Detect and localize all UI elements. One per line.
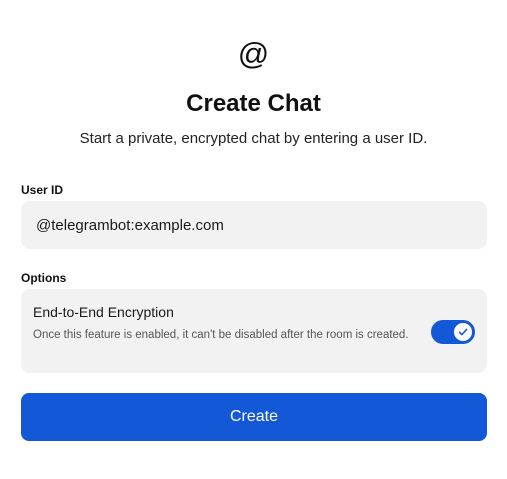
page-subtitle: Start a private, encrypted chat by enter… — [79, 130, 428, 147]
encryption-option-title: End-to-End Encryption — [33, 304, 174, 320]
toggle-knob — [454, 323, 472, 341]
at-sign-icon: @ — [237, 36, 270, 71]
create-chat-page: @ Create Chat Start a private, encrypted… — [0, 0, 507, 479]
user-id-label: User ID — [21, 183, 64, 197]
user-id-field-container — [21, 201, 487, 249]
encryption-toggle[interactable] — [431, 320, 475, 344]
encryption-option-card: End-to-End Encryption Once this feature … — [21, 289, 487, 373]
checkmark-icon — [458, 328, 468, 336]
user-id-input[interactable] — [36, 216, 472, 234]
encryption-option-description: Once this feature is enabled, it can't b… — [33, 329, 409, 341]
options-label: Options — [21, 271, 67, 285]
page-title: Create Chat — [186, 90, 321, 117]
create-button[interactable]: Create — [21, 393, 487, 441]
